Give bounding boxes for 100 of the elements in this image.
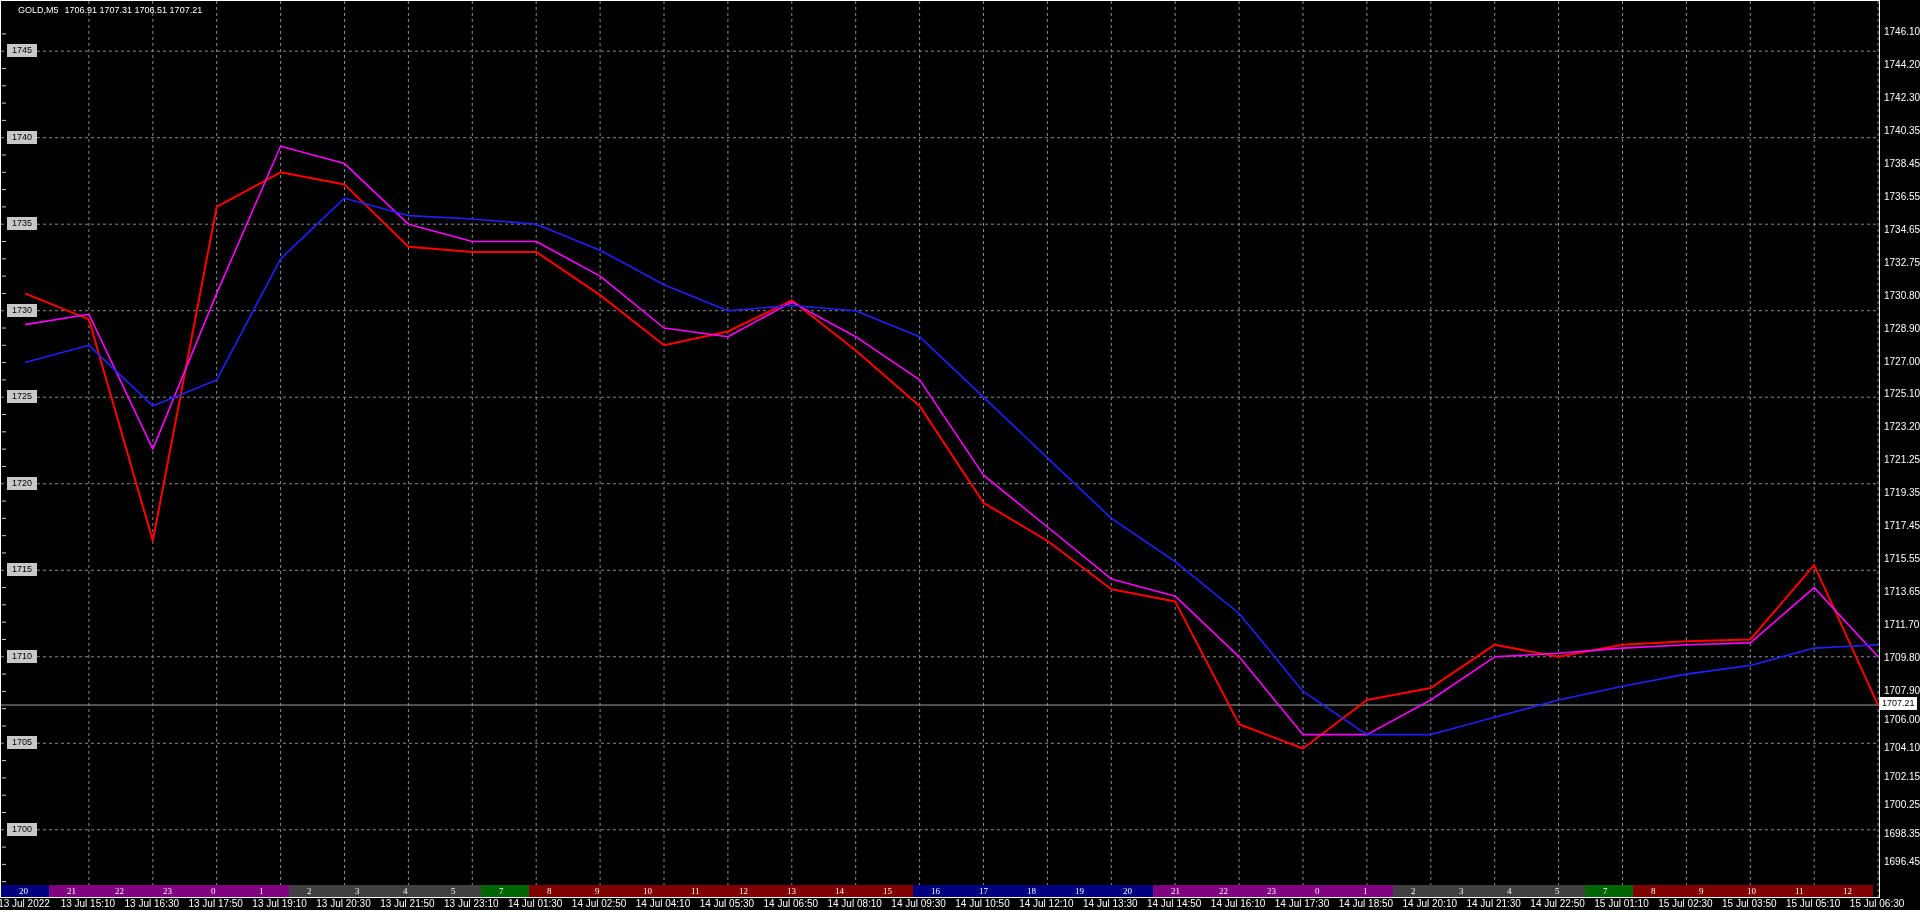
price-level-label: 1730 — [7, 303, 38, 317]
hour-segment: 22 — [1201, 885, 1249, 897]
hour-segment: 3 — [337, 885, 385, 897]
hour-segment: 2 — [1393, 885, 1441, 897]
time-label: 14 Jul 22:50 — [1530, 898, 1585, 910]
price-level-label: 1745 — [7, 44, 38, 58]
hour-segment: 15 — [865, 885, 913, 897]
time-label: 15 Jul 06:30 — [1849, 898, 1905, 910]
price-level-label: 1700 — [7, 822, 38, 836]
price-axis-label: 1717.45 — [1884, 520, 1920, 533]
time-label: 14 Jul 04:10 — [635, 898, 691, 910]
price-axis-label: 1702.15 — [1884, 770, 1920, 783]
price-axis-label: 1727.00 — [1884, 355, 1920, 368]
time-label: 14 Jul 17:30 — [1274, 898, 1330, 910]
price-axis-label: 1700.25 — [1884, 799, 1920, 811]
hour-segment: 1 — [1345, 885, 1393, 897]
price-axis-label: 1725.10 — [1884, 388, 1920, 401]
time-label: 14 Jul 06:50 — [763, 898, 819, 910]
hour-segment: 20 — [1, 885, 49, 897]
price-level-label: 1720 — [7, 476, 38, 490]
time-label: 13 Jul 15:10 — [60, 898, 116, 910]
hour-segment: 14 — [817, 885, 865, 897]
price-level-label: 1710 — [7, 649, 38, 663]
hour-segment: 19 — [1057, 885, 1105, 897]
time-label: 15 Jul 03:50 — [1722, 898, 1777, 910]
hour-segment: 10 — [1729, 885, 1777, 897]
hour-segment: 21 — [49, 885, 97, 897]
time-label: 13 Jul 19:10 — [252, 898, 307, 910]
price-axis-label: 1709.80 — [1884, 652, 1920, 665]
hour-segment: 0 — [193, 885, 241, 897]
hour-segment: 21 — [1153, 885, 1201, 897]
time-label: 14 Jul 13:30 — [1083, 898, 1138, 910]
time-label: 13 Jul 17:50 — [188, 898, 243, 910]
price-level-label: 1715 — [7, 563, 38, 577]
hour-segment: 9 — [577, 885, 625, 897]
hour-segment: 12 — [1825, 885, 1873, 897]
hour-segment: 2 — [289, 885, 337, 897]
price-axis-label: 1723.20 — [1884, 421, 1920, 434]
hour-segment: 8 — [529, 885, 577, 897]
time-label: 14 Jul 05:30 — [699, 898, 755, 910]
hour-segment: 7 — [1585, 885, 1633, 897]
hour-segment: 11 — [673, 885, 721, 897]
price-axis-label: 1713.65 — [1884, 586, 1920, 599]
price-axis-label: 1696.45 — [1884, 856, 1920, 868]
price-axis-label: 1728.90 — [1884, 322, 1920, 335]
time-label: 14 Jul 08:10 — [827, 898, 882, 910]
price-axis-label: 1734.65 — [1884, 223, 1920, 236]
hour-segment: 10 — [625, 885, 673, 897]
hour-segment: 4 — [385, 885, 433, 897]
hour-segment: 16 — [913, 885, 961, 897]
time-label: 14 Jul 10:50 — [955, 898, 1010, 910]
hour-segment: 7 — [481, 885, 529, 897]
price-axis-label: 1698.35 — [1884, 827, 1920, 840]
price-level-label: 1740 — [7, 130, 38, 144]
hour-segment: 8 — [1633, 885, 1681, 897]
time-label: 14 Jul 12:10 — [1019, 898, 1074, 910]
price-level-label: 1735 — [7, 217, 38, 231]
hour-segment: 23 — [145, 885, 193, 897]
price-axis-label: 1732.75 — [1884, 256, 1920, 269]
hour-segment: 22 — [97, 885, 145, 897]
time-label: 15 Jul 05:10 — [1785, 898, 1841, 910]
price-axis-label: 1738.45 — [1884, 157, 1920, 170]
price-axis-label: 1746.10 — [1884, 26, 1920, 38]
hour-segment: 17 — [961, 885, 1009, 897]
price-axis-label: 1730.80 — [1884, 289, 1920, 302]
hour-segment: 11 — [1777, 885, 1825, 897]
hour-segment: 13 — [769, 885, 817, 897]
symbol-label: GOLD,M5 — [18, 5, 59, 15]
hour-segment: 23 — [1249, 885, 1297, 897]
time-label: 14 Jul 09:30 — [891, 898, 946, 910]
price-axis-label: 1740.35 — [1884, 124, 1920, 137]
hour-segment: 3 — [1441, 885, 1489, 897]
price-axis-label: 1704.10 — [1884, 742, 1920, 754]
hour-segment: 18 — [1009, 885, 1057, 897]
price-axis-label: 1742.30 — [1884, 91, 1920, 104]
time-label: 14 Jul 02:50 — [571, 898, 627, 910]
time-label: 14 Jul 14:50 — [1146, 898, 1202, 910]
price-level-label: 1725 — [7, 390, 38, 404]
quote-values: 1706.91 1707.31 1706.51 1707.21 — [64, 5, 203, 15]
price-axis-label: 1719.35 — [1884, 487, 1920, 500]
time-label: 14 Jul 21:30 — [1466, 898, 1521, 910]
hour-segment: 5 — [1537, 885, 1585, 897]
time-label: 13 Jul 21:50 — [380, 898, 435, 910]
hour-segment: 20 — [1105, 885, 1153, 897]
hour-segment: 12 — [721, 885, 769, 897]
price-level-label: 1705 — [7, 736, 38, 750]
hour-segment: 0 — [1297, 885, 1345, 897]
price-axis-label: 1721.25 — [1884, 454, 1920, 467]
price-axis-label: 1706.00 — [1884, 713, 1920, 726]
time-label: 14 Jul 20:10 — [1402, 898, 1458, 910]
price-axis-label: 1707.90 — [1884, 685, 1920, 697]
time-label: 15 Jul 02:30 — [1658, 898, 1713, 910]
price-axis-label: 1711.70 — [1884, 619, 1920, 632]
time-label: 14 Jul 16:10 — [1210, 898, 1266, 910]
hour-segment: 4 — [1489, 885, 1537, 897]
hour-segment: 9 — [1681, 885, 1729, 897]
current-price-label: 1707.21 — [1880, 697, 1917, 711]
price-axis-label: 1736.55 — [1884, 190, 1920, 203]
time-label: 15 Jul 01:10 — [1594, 898, 1649, 910]
time-label: 13 Jul 20:30 — [316, 898, 371, 910]
